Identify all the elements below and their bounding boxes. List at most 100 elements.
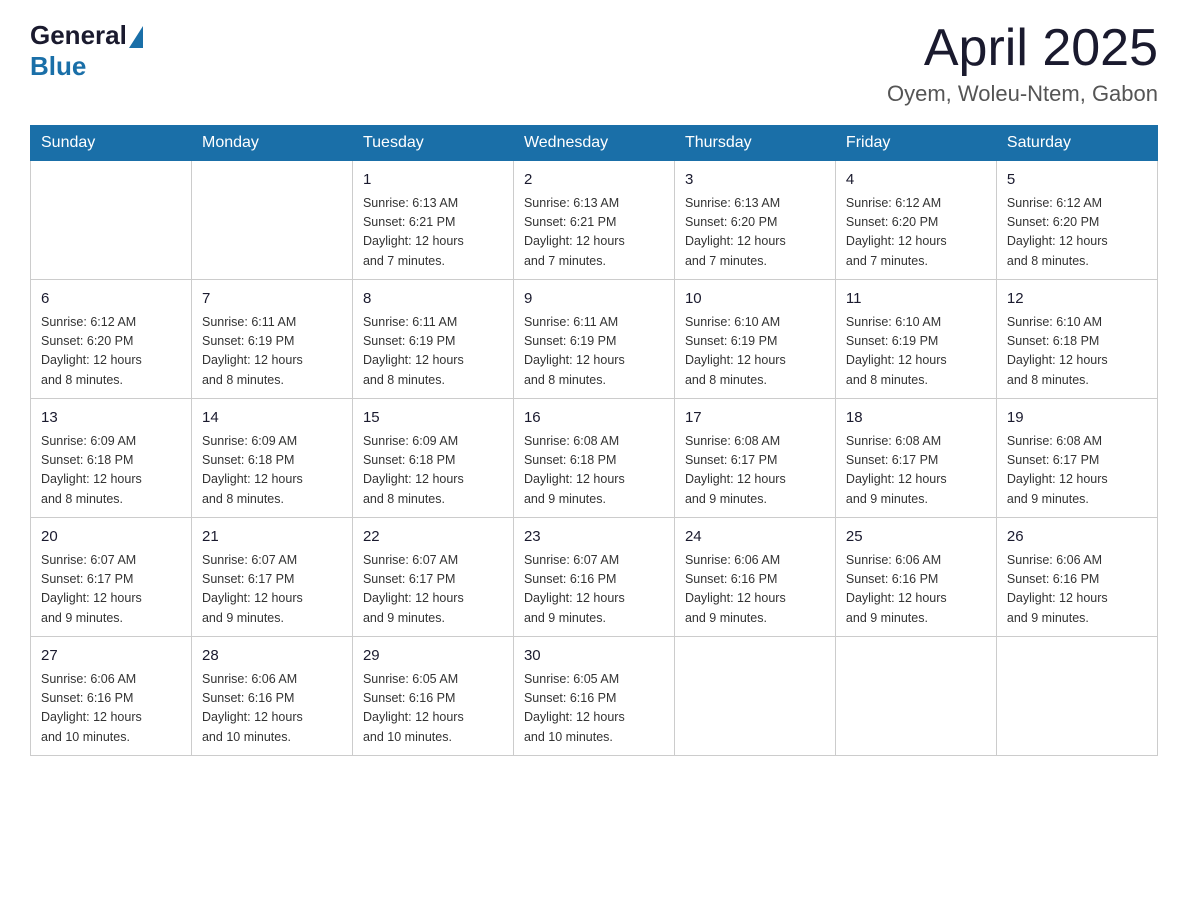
day-number: 18: [846, 407, 986, 430]
day-info: Sunrise: 6:05 AM Sunset: 6:16 PM Dayligh…: [524, 670, 664, 748]
calendar-cell: 26Sunrise: 6:06 AM Sunset: 6:16 PM Dayli…: [996, 518, 1157, 637]
calendar-week-row: 27Sunrise: 6:06 AM Sunset: 6:16 PM Dayli…: [31, 637, 1158, 756]
day-number: 11: [846, 288, 986, 311]
calendar-cell: 10Sunrise: 6:10 AM Sunset: 6:19 PM Dayli…: [674, 280, 835, 399]
day-number: 15: [363, 407, 503, 430]
calendar-cell: [191, 161, 352, 280]
weekday-header-saturday: Saturday: [996, 126, 1157, 161]
calendar-cell: [996, 637, 1157, 756]
month-title: April 2025: [887, 20, 1158, 77]
calendar-cell: 22Sunrise: 6:07 AM Sunset: 6:17 PM Dayli…: [352, 518, 513, 637]
day-info: Sunrise: 6:12 AM Sunset: 6:20 PM Dayligh…: [1007, 194, 1147, 272]
calendar-table: SundayMondayTuesdayWednesdayThursdayFrid…: [30, 125, 1158, 756]
calendar-cell: 30Sunrise: 6:05 AM Sunset: 6:16 PM Dayli…: [513, 637, 674, 756]
logo-general-text: General: [30, 20, 127, 51]
calendar-cell: 5Sunrise: 6:12 AM Sunset: 6:20 PM Daylig…: [996, 161, 1157, 280]
calendar-cell: 24Sunrise: 6:06 AM Sunset: 6:16 PM Dayli…: [674, 518, 835, 637]
day-info: Sunrise: 6:09 AM Sunset: 6:18 PM Dayligh…: [41, 432, 181, 510]
calendar-cell: 18Sunrise: 6:08 AM Sunset: 6:17 PM Dayli…: [835, 399, 996, 518]
weekday-header-thursday: Thursday: [674, 126, 835, 161]
day-info: Sunrise: 6:13 AM Sunset: 6:21 PM Dayligh…: [524, 194, 664, 272]
day-number: 10: [685, 288, 825, 311]
title-section: April 2025 Oyem, Woleu-Ntem, Gabon: [887, 20, 1158, 107]
calendar-cell: 2Sunrise: 6:13 AM Sunset: 6:21 PM Daylig…: [513, 161, 674, 280]
calendar-week-row: 6Sunrise: 6:12 AM Sunset: 6:20 PM Daylig…: [31, 280, 1158, 399]
day-number: 9: [524, 288, 664, 311]
weekday-header-sunday: Sunday: [31, 126, 192, 161]
day-number: 27: [41, 645, 181, 668]
calendar-cell: 12Sunrise: 6:10 AM Sunset: 6:18 PM Dayli…: [996, 280, 1157, 399]
day-info: Sunrise: 6:06 AM Sunset: 6:16 PM Dayligh…: [41, 670, 181, 748]
weekday-header-wednesday: Wednesday: [513, 126, 674, 161]
day-number: 26: [1007, 526, 1147, 549]
day-number: 20: [41, 526, 181, 549]
calendar-cell: [835, 637, 996, 756]
calendar-week-row: 13Sunrise: 6:09 AM Sunset: 6:18 PM Dayli…: [31, 399, 1158, 518]
calendar-cell: 15Sunrise: 6:09 AM Sunset: 6:18 PM Dayli…: [352, 399, 513, 518]
calendar-cell: 16Sunrise: 6:08 AM Sunset: 6:18 PM Dayli…: [513, 399, 674, 518]
day-number: 16: [524, 407, 664, 430]
day-info: Sunrise: 6:12 AM Sunset: 6:20 PM Dayligh…: [41, 313, 181, 391]
day-info: Sunrise: 6:06 AM Sunset: 6:16 PM Dayligh…: [202, 670, 342, 748]
day-info: Sunrise: 6:10 AM Sunset: 6:19 PM Dayligh…: [846, 313, 986, 391]
day-number: 1: [363, 169, 503, 192]
day-info: Sunrise: 6:13 AM Sunset: 6:21 PM Dayligh…: [363, 194, 503, 272]
calendar-cell: 9Sunrise: 6:11 AM Sunset: 6:19 PM Daylig…: [513, 280, 674, 399]
calendar-cell: 3Sunrise: 6:13 AM Sunset: 6:20 PM Daylig…: [674, 161, 835, 280]
day-number: 19: [1007, 407, 1147, 430]
day-number: 22: [363, 526, 503, 549]
day-info: Sunrise: 6:06 AM Sunset: 6:16 PM Dayligh…: [846, 551, 986, 629]
calendar-cell: 6Sunrise: 6:12 AM Sunset: 6:20 PM Daylig…: [31, 280, 192, 399]
day-info: Sunrise: 6:06 AM Sunset: 6:16 PM Dayligh…: [685, 551, 825, 629]
weekday-header-tuesday: Tuesday: [352, 126, 513, 161]
calendar-cell: 27Sunrise: 6:06 AM Sunset: 6:16 PM Dayli…: [31, 637, 192, 756]
day-info: Sunrise: 6:10 AM Sunset: 6:18 PM Dayligh…: [1007, 313, 1147, 391]
day-info: Sunrise: 6:05 AM Sunset: 6:16 PM Dayligh…: [363, 670, 503, 748]
calendar-cell: 1Sunrise: 6:13 AM Sunset: 6:21 PM Daylig…: [352, 161, 513, 280]
calendar-cell: 13Sunrise: 6:09 AM Sunset: 6:18 PM Dayli…: [31, 399, 192, 518]
calendar-cell: 14Sunrise: 6:09 AM Sunset: 6:18 PM Dayli…: [191, 399, 352, 518]
page-header: General Blue April 2025 Oyem, Woleu-Ntem…: [30, 20, 1158, 107]
day-number: 28: [202, 645, 342, 668]
day-number: 7: [202, 288, 342, 311]
day-number: 30: [524, 645, 664, 668]
day-number: 13: [41, 407, 181, 430]
calendar-cell: 21Sunrise: 6:07 AM Sunset: 6:17 PM Dayli…: [191, 518, 352, 637]
day-info: Sunrise: 6:08 AM Sunset: 6:17 PM Dayligh…: [685, 432, 825, 510]
day-number: 6: [41, 288, 181, 311]
logo-triangle-icon: [129, 26, 143, 48]
logo-blue-text: Blue: [30, 51, 86, 82]
day-number: 8: [363, 288, 503, 311]
day-number: 5: [1007, 169, 1147, 192]
day-info: Sunrise: 6:08 AM Sunset: 6:17 PM Dayligh…: [1007, 432, 1147, 510]
calendar-week-row: 1Sunrise: 6:13 AM Sunset: 6:21 PM Daylig…: [31, 161, 1158, 280]
calendar-week-row: 20Sunrise: 6:07 AM Sunset: 6:17 PM Dayli…: [31, 518, 1158, 637]
day-info: Sunrise: 6:07 AM Sunset: 6:16 PM Dayligh…: [524, 551, 664, 629]
day-info: Sunrise: 6:08 AM Sunset: 6:17 PM Dayligh…: [846, 432, 986, 510]
day-info: Sunrise: 6:08 AM Sunset: 6:18 PM Dayligh…: [524, 432, 664, 510]
calendar-cell: [674, 637, 835, 756]
weekday-header-monday: Monday: [191, 126, 352, 161]
day-number: 25: [846, 526, 986, 549]
day-number: 29: [363, 645, 503, 668]
day-number: 23: [524, 526, 664, 549]
day-info: Sunrise: 6:11 AM Sunset: 6:19 PM Dayligh…: [524, 313, 664, 391]
calendar-cell: 23Sunrise: 6:07 AM Sunset: 6:16 PM Dayli…: [513, 518, 674, 637]
day-info: Sunrise: 6:07 AM Sunset: 6:17 PM Dayligh…: [202, 551, 342, 629]
calendar-cell: 20Sunrise: 6:07 AM Sunset: 6:17 PM Dayli…: [31, 518, 192, 637]
location-title: Oyem, Woleu-Ntem, Gabon: [887, 81, 1158, 107]
day-number: 17: [685, 407, 825, 430]
calendar-cell: 25Sunrise: 6:06 AM Sunset: 6:16 PM Dayli…: [835, 518, 996, 637]
calendar-cell: 4Sunrise: 6:12 AM Sunset: 6:20 PM Daylig…: [835, 161, 996, 280]
logo: General Blue: [30, 20, 143, 82]
day-info: Sunrise: 6:11 AM Sunset: 6:19 PM Dayligh…: [202, 313, 342, 391]
day-info: Sunrise: 6:12 AM Sunset: 6:20 PM Dayligh…: [846, 194, 986, 272]
calendar-cell: 19Sunrise: 6:08 AM Sunset: 6:17 PM Dayli…: [996, 399, 1157, 518]
day-info: Sunrise: 6:06 AM Sunset: 6:16 PM Dayligh…: [1007, 551, 1147, 629]
day-number: 4: [846, 169, 986, 192]
day-info: Sunrise: 6:07 AM Sunset: 6:17 PM Dayligh…: [41, 551, 181, 629]
day-number: 21: [202, 526, 342, 549]
day-info: Sunrise: 6:09 AM Sunset: 6:18 PM Dayligh…: [202, 432, 342, 510]
day-info: Sunrise: 6:09 AM Sunset: 6:18 PM Dayligh…: [363, 432, 503, 510]
calendar-cell: 11Sunrise: 6:10 AM Sunset: 6:19 PM Dayli…: [835, 280, 996, 399]
